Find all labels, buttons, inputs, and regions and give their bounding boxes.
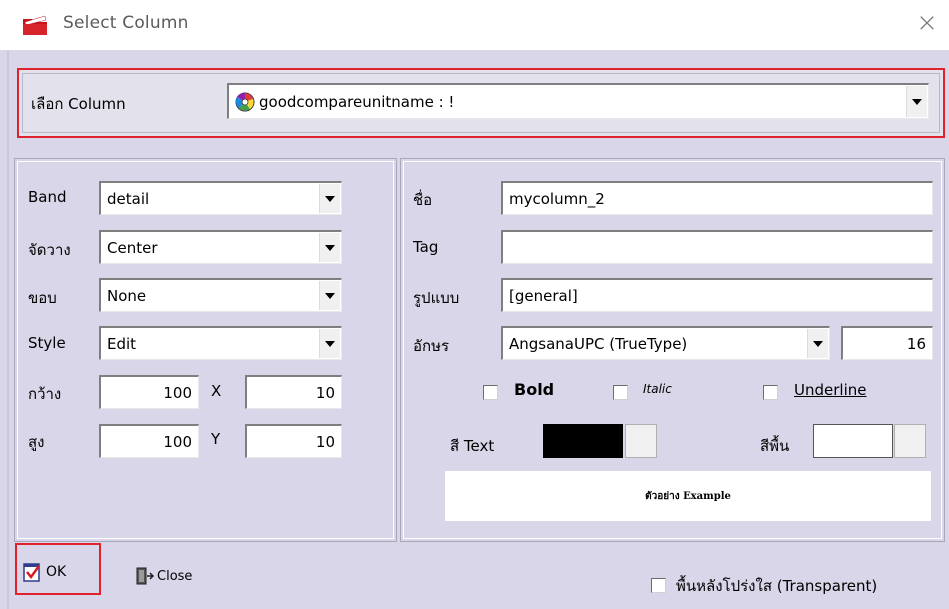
- font-label: อักษร: [413, 337, 450, 355]
- chevron-down-icon: [325, 195, 335, 202]
- style-value: Edit: [107, 334, 137, 353]
- style-dropdown[interactable]: Edit: [99, 326, 342, 360]
- align-dropdown[interactable]: Center: [99, 230, 342, 264]
- border-value: None: [107, 286, 147, 305]
- align-value: Center: [107, 238, 158, 257]
- bg-color-picker-button[interactable]: [894, 424, 926, 458]
- column-select-label: เลือก Column: [31, 95, 126, 113]
- band-dropdown[interactable]: detail: [99, 181, 342, 215]
- ok-label: OK: [46, 564, 67, 580]
- text-color-label: สี Text: [450, 437, 495, 455]
- italic-label: Italic: [643, 382, 672, 396]
- folder-red-icon: [23, 15, 47, 35]
- bg-color-swatch[interactable]: [813, 424, 893, 458]
- transparent-label: พื้นหลังโปร่งใส (Transparent): [676, 577, 878, 595]
- width-label: กว้าง: [28, 385, 62, 403]
- y-label: Y: [211, 430, 221, 448]
- font-dropdown[interactable]: AngsanaUPC (TrueType): [501, 326, 830, 360]
- format-label: รูปแบบ: [413, 289, 460, 307]
- chevron-down-icon: [325, 292, 335, 299]
- underline-checkbox[interactable]: [763, 385, 778, 400]
- border-arrow-button[interactable]: [319, 281, 340, 310]
- chevron-down-icon: [813, 340, 823, 347]
- window-title: Select Column: [63, 13, 189, 33]
- style-arrow-button[interactable]: [319, 329, 340, 358]
- font-value: AngsanaUPC (TrueType): [509, 334, 688, 353]
- exit-door-icon: [136, 567, 155, 585]
- bold-label: Bold: [514, 380, 555, 399]
- font-size-input[interactable]: 16: [841, 326, 933, 360]
- column-select-text: goodcompareunitname : !: [259, 92, 455, 111]
- column-select-group: เลือก Column goodcompareunitname : !: [17, 68, 945, 138]
- font-preview: ตัวอย่าง Example: [445, 471, 931, 521]
- x-label: X: [211, 382, 222, 400]
- name-input[interactable]: mycolumn_2: [501, 181, 933, 215]
- align-label: จัดวาง: [28, 241, 71, 259]
- ok-button[interactable]: OK: [22, 558, 92, 586]
- band-value: detail: [107, 189, 150, 208]
- height-input[interactable]: 100: [99, 424, 199, 458]
- underline-label: Underline: [794, 381, 867, 399]
- close-label: Close: [157, 568, 193, 584]
- band-arrow-button[interactable]: [319, 184, 340, 213]
- column-select-arrow-button[interactable]: [906, 86, 927, 117]
- border-dropdown[interactable]: None: [99, 278, 342, 312]
- x-input[interactable]: 10: [245, 375, 342, 409]
- chevron-down-icon: [325, 244, 335, 251]
- text-color-swatch[interactable]: [543, 424, 623, 458]
- transparent-checkbox[interactable]: [651, 578, 666, 593]
- width-input[interactable]: 100: [99, 375, 199, 409]
- font-arrow-button[interactable]: [807, 329, 828, 358]
- style-label: Style: [28, 334, 66, 352]
- title-bar: Select Column ×: [0, 0, 949, 50]
- band-label: Band: [28, 188, 67, 206]
- window-border: [7, 50, 9, 609]
- bg-color-label: สีพื้น: [760, 437, 790, 455]
- color-wheel-icon: [235, 92, 255, 111]
- name-label: ชื่อ: [413, 191, 433, 209]
- tag-input[interactable]: [501, 230, 933, 264]
- column-select-dropdown[interactable]: goodcompareunitname : !: [227, 83, 929, 119]
- close-button[interactable]: Close: [135, 565, 192, 587]
- y-input[interactable]: 10: [245, 424, 342, 458]
- close-window-button[interactable]: ×: [913, 10, 941, 38]
- tag-label: Tag: [413, 238, 439, 256]
- text-color-picker-button[interactable]: [625, 424, 657, 458]
- align-arrow-button[interactable]: [319, 233, 340, 262]
- check-document-icon: [23, 563, 41, 582]
- chevron-down-icon: [912, 98, 922, 105]
- border-label: ขอบ: [28, 289, 57, 307]
- height-label: สูง: [28, 433, 45, 451]
- column-select-value: goodcompareunitname : !: [235, 85, 454, 118]
- italic-checkbox[interactable]: [613, 385, 628, 400]
- chevron-down-icon: [325, 340, 335, 347]
- format-input[interactable]: [general]: [501, 278, 933, 312]
- bold-checkbox[interactable]: [483, 385, 498, 400]
